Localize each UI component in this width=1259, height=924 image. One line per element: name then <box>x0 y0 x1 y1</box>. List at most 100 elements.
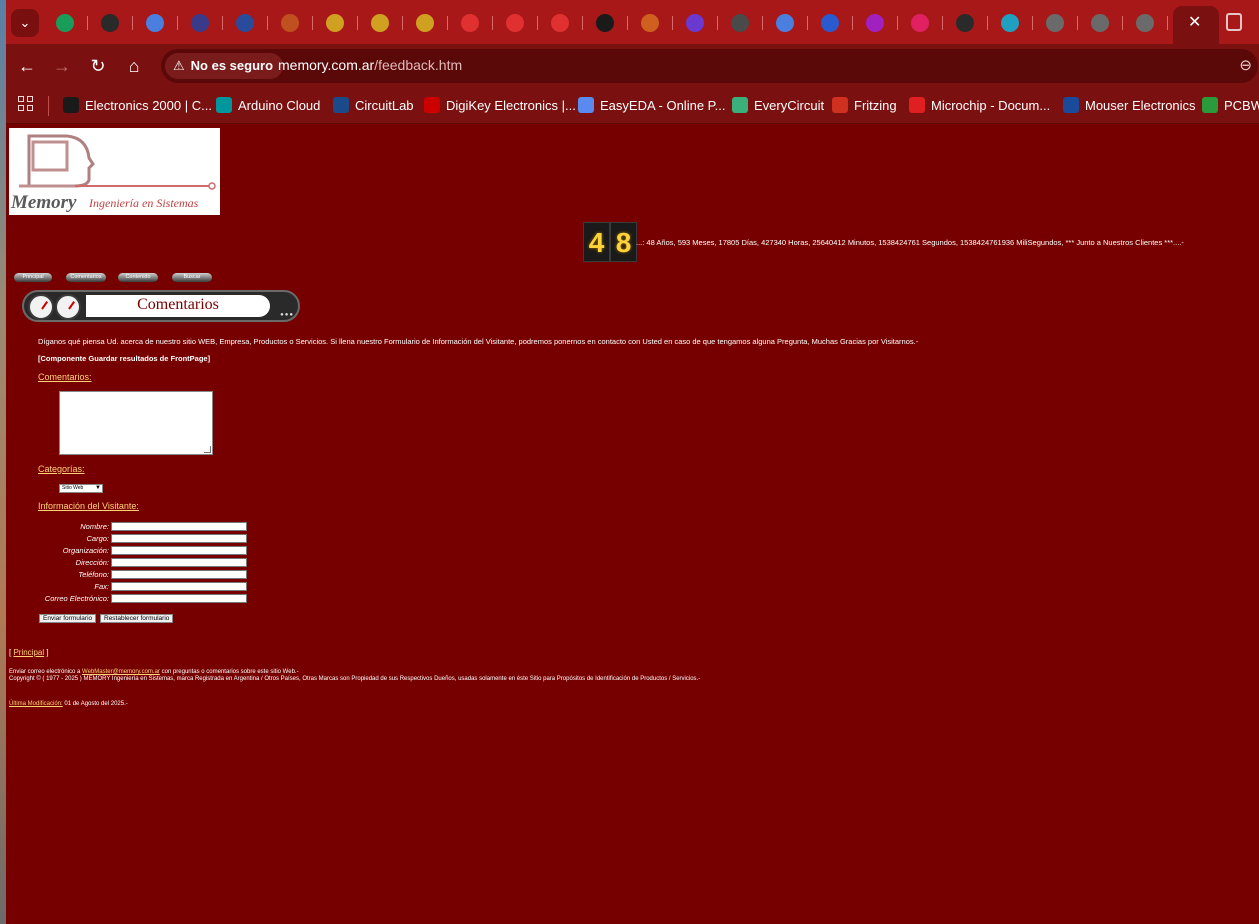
telefono-input[interactable] <box>111 570 247 579</box>
browser-tab[interactable] <box>674 9 718 37</box>
bookmark-item[interactable]: PCBWa <box>1202 95 1259 117</box>
bookmark-item[interactable]: EasyEDA - Online P... <box>578 95 726 117</box>
tab-favicon-icon <box>1046 14 1064 32</box>
tab-separator <box>222 16 223 30</box>
browser-tab[interactable] <box>404 9 448 37</box>
cargo-input[interactable] <box>111 534 247 543</box>
back-icon[interactable]: ← <box>15 54 39 78</box>
url-text[interactable]: memory.com.ar/feedback.htm <box>278 57 462 73</box>
forward-icon[interactable]: → <box>50 54 74 78</box>
nav-button-contenido[interactable]: Contenido <box>118 273 158 282</box>
gauge-icon <box>28 294 54 320</box>
principal-footer-link[interactable]: Principal <box>13 648 44 657</box>
active-tab[interactable]: ✕ <box>1173 6 1219 44</box>
direccion-input[interactable] <box>111 558 247 567</box>
site-logo[interactable]: Memory Ingeniería en Sistemas <box>9 128 220 215</box>
toolbar: ← → ↻ ⌂ ⚠ No es seguro memory.com.ar/feed… <box>6 44 1259 88</box>
browser-tab[interactable] <box>224 9 268 37</box>
fax-input[interactable] <box>111 582 247 591</box>
webmaster-email-link[interactable]: WebMaster@memory.com.ar <box>82 669 160 675</box>
address-bar[interactable]: ⚠ No es seguro memory.com.ar/feedback.htm… <box>161 49 1258 83</box>
browser-tab[interactable] <box>629 9 673 37</box>
browser-tab[interactable] <box>314 9 358 37</box>
bookmark-item[interactable]: EveryCircuit <box>732 95 824 117</box>
browser-tab[interactable] <box>269 9 313 37</box>
tab-separator <box>762 16 763 30</box>
bookmark-item[interactable]: DigiKey Electronics |... <box>424 95 576 117</box>
tab-separator <box>492 16 493 30</box>
browser-tab[interactable] <box>1079 9 1123 37</box>
tab-favicon-icon <box>371 14 389 32</box>
bookmark-item[interactable]: Microchip - Docum... <box>909 95 1050 117</box>
security-chip[interactable]: ⚠ No es seguro <box>165 53 284 79</box>
browser-tab[interactable] <box>89 9 133 37</box>
tab-favicon-icon <box>911 14 929 32</box>
category-select[interactable]: Sitio Web ▼ <box>59 484 103 493</box>
tab-favicon-icon <box>866 14 884 32</box>
tab-favicon-icon <box>776 14 794 32</box>
tab-favicon-icon <box>146 14 164 32</box>
browser-tab[interactable] <box>584 9 628 37</box>
browser-tab[interactable] <box>854 9 898 37</box>
zoom-icon[interactable]: ⊖ <box>1239 56 1252 74</box>
bookmark-label: Fritzing <box>854 98 897 113</box>
tab-favicon-icon <box>416 14 434 32</box>
browser-tab[interactable] <box>719 9 763 37</box>
url-path: /feedback.htm <box>374 57 463 73</box>
bookmark-favicon-icon <box>1202 97 1218 113</box>
bookmarks-separator <box>48 96 49 116</box>
tab-search-chevron-icon[interactable]: ⌄ <box>11 9 39 37</box>
tab-favicon-icon <box>281 14 299 32</box>
nav-button-buscar[interactable]: Buscar <box>172 273 212 282</box>
nombre-input[interactable] <box>111 522 247 531</box>
apps-grid-icon[interactable] <box>18 96 33 111</box>
browser-tab[interactable] <box>764 9 808 37</box>
bookmark-label: DigiKey Electronics |... <box>446 98 576 113</box>
browser-tab[interactable] <box>809 9 853 37</box>
tab-separator <box>1077 16 1078 30</box>
nav-button-principal[interactable]: Principal <box>14 273 52 282</box>
browser-tab[interactable] <box>899 9 943 37</box>
close-tab-icon[interactable]: ✕ <box>1188 12 1201 32</box>
browser-tab[interactable] <box>44 9 88 37</box>
browser-tab[interactable] <box>539 9 583 37</box>
comments-label: Comentarios: <box>38 372 92 382</box>
reset-button[interactable]: Restablecer formulario <box>100 614 174 623</box>
browser-tab[interactable] <box>449 9 493 37</box>
home-icon[interactable]: ⌂ <box>122 54 146 78</box>
email-input[interactable] <box>111 594 247 603</box>
tab-separator <box>807 16 808 30</box>
bookmark-item[interactable]: CircuitLab <box>333 95 414 117</box>
bookmark-item[interactable]: Arduino Cloud <box>216 95 320 117</box>
copyright-text: Copyright © ( 1977 - 2025 ) MEMORY Ingen… <box>9 676 701 682</box>
bookmark-item[interactable]: Electronics 2000 | C... <box>63 95 212 117</box>
browser-tab[interactable] <box>179 9 223 37</box>
banner-label: Comentarios <box>86 295 270 317</box>
browser-tab[interactable] <box>359 9 403 37</box>
bookmark-item[interactable]: Fritzing <box>832 95 897 117</box>
submit-button[interactable]: Enviar formulario <box>39 614 97 623</box>
bookmark-favicon-icon <box>424 97 440 113</box>
counter-digit: 4 <box>583 222 610 262</box>
organizacion-input[interactable] <box>111 546 247 555</box>
bookmark-label: EveryCircuit <box>754 98 825 113</box>
tab-overview-icon[interactable] <box>1226 13 1242 31</box>
browser-tab[interactable] <box>1034 9 1078 37</box>
reload-icon[interactable]: ↻ <box>86 54 110 78</box>
browser-tab[interactable] <box>944 9 988 37</box>
tab-separator <box>897 16 898 30</box>
browser-tab[interactable] <box>1124 9 1168 37</box>
principal-footer-link-wrap: [ Principal ] <box>9 648 49 657</box>
chevron-down-icon: ▼ <box>95 485 101 491</box>
field-label-direccion: Dirección: <box>75 558 109 567</box>
nav-button-comentarios[interactable]: Comentarios <box>66 273 106 282</box>
browser-tab[interactable] <box>494 9 538 37</box>
browser-tab[interactable] <box>134 9 178 37</box>
bookmark-item[interactable]: Mouser Electronics <box>1063 95 1196 117</box>
bookmark-label: Mouser Electronics <box>1085 98 1196 113</box>
last-modified-link[interactable]: Última Modificación: <box>9 701 63 707</box>
browser-tab[interactable] <box>989 9 1033 37</box>
field-label-cargo: Cargo: <box>86 534 109 543</box>
tab-favicon-icon <box>641 14 659 32</box>
comments-textarea[interactable] <box>59 391 213 455</box>
